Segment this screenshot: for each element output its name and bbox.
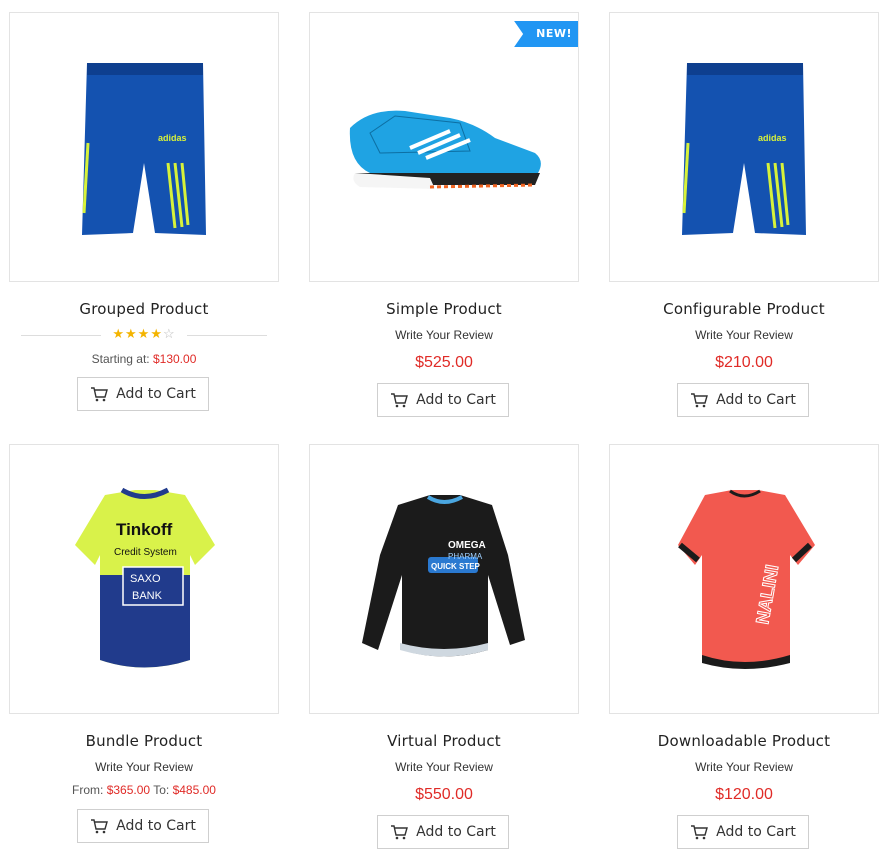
add-to-cart-button[interactable]: Add to Cart: [677, 383, 809, 417]
cart-icon: [691, 825, 709, 840]
jersey-text: OMEGA: [448, 540, 486, 551]
star-filled-icon: ★: [137, 326, 151, 341]
jersey-text: SAXO: [130, 573, 161, 585]
jersey-text: QUICK STEP: [431, 562, 481, 571]
price: $550.00: [415, 786, 473, 803]
price-to: $485.00: [172, 783, 216, 797]
jersey-text: BANK: [132, 590, 163, 602]
add-to-cart-label: Add to Cart: [416, 392, 496, 408]
jersey-text: Credit System: [114, 547, 177, 558]
rating-row: ★★★★☆: [21, 326, 267, 342]
product-image[interactable]: adidas: [609, 12, 879, 282]
add-to-cart-button[interactable]: Add to Cart: [377, 383, 509, 417]
product-name[interactable]: Grouped Product: [9, 300, 279, 318]
jersey-text: PHARMA: [448, 552, 483, 561]
write-review-link[interactable]: Write Your Review: [309, 760, 579, 774]
add-to-cart-label: Add to Cart: [116, 818, 196, 834]
star-filled-icon: ★: [112, 326, 126, 341]
price-from-label: From:: [72, 783, 104, 797]
add-to-cart-button[interactable]: Add to Cart: [677, 815, 809, 849]
divider: [187, 335, 267, 336]
new-badge: NEW!: [514, 21, 578, 47]
price-from: $365.00: [106, 783, 151, 797]
product-name[interactable]: Downloadable Product: [609, 732, 879, 750]
price-block: Starting at: $130.00: [9, 352, 279, 366]
write-review-link[interactable]: Write Your Review: [9, 760, 279, 774]
cart-icon: [691, 393, 709, 408]
price: $120.00: [715, 786, 773, 803]
price: $210.00: [715, 354, 773, 371]
svg-text:adidas: adidas: [758, 133, 787, 143]
cart-icon: [91, 819, 109, 834]
add-to-cart-label: Add to Cart: [416, 824, 496, 840]
product-name[interactable]: Bundle Product: [9, 732, 279, 750]
add-to-cart-button[interactable]: Add to Cart: [77, 809, 209, 843]
jersey-text: Tinkoff: [116, 520, 173, 539]
price: $130.00: [152, 352, 197, 366]
add-to-cart-label: Add to Cart: [716, 824, 796, 840]
price-prefix: Starting at:: [91, 352, 150, 366]
cart-icon: [391, 825, 409, 840]
add-to-cart-button[interactable]: Add to Cart: [77, 377, 209, 411]
product-image[interactable]: Tinkoff Credit System SAXO BANK: [9, 444, 279, 714]
star-filled-icon: ★: [150, 326, 163, 341]
product-name[interactable]: Configurable Product: [609, 300, 879, 318]
product-image[interactable]: adidas: [9, 12, 279, 282]
add-to-cart-button[interactable]: Add to Cart: [377, 815, 509, 849]
rating-stars: ★★★★☆: [112, 326, 175, 342]
divider: [21, 335, 101, 336]
product-name[interactable]: Virtual Product: [309, 732, 579, 750]
price-block: From: $365.00 To: $485.00: [9, 783, 279, 797]
star-filled-icon: ★: [125, 326, 138, 341]
cart-icon: [391, 393, 409, 408]
add-to-cart-label: Add to Cart: [716, 392, 796, 408]
svg-text:adidas: adidas: [158, 133, 187, 143]
product-image[interactable]: NEW!: [309, 12, 579, 282]
product-image[interactable]: NALINI: [609, 444, 879, 714]
write-review-link[interactable]: Write Your Review: [309, 328, 579, 342]
price: $525.00: [415, 354, 473, 371]
add-to-cart-label: Add to Cart: [116, 386, 196, 402]
product-image[interactable]: OMEGA PHARMA QUICK STEP: [309, 444, 579, 714]
cart-icon: [91, 387, 109, 402]
price-to-label: To:: [153, 783, 170, 797]
star-empty-icon: ☆: [162, 326, 176, 341]
write-review-link[interactable]: Write Your Review: [609, 328, 879, 342]
write-review-link[interactable]: Write Your Review: [609, 760, 879, 774]
product-name[interactable]: Simple Product: [309, 300, 579, 318]
